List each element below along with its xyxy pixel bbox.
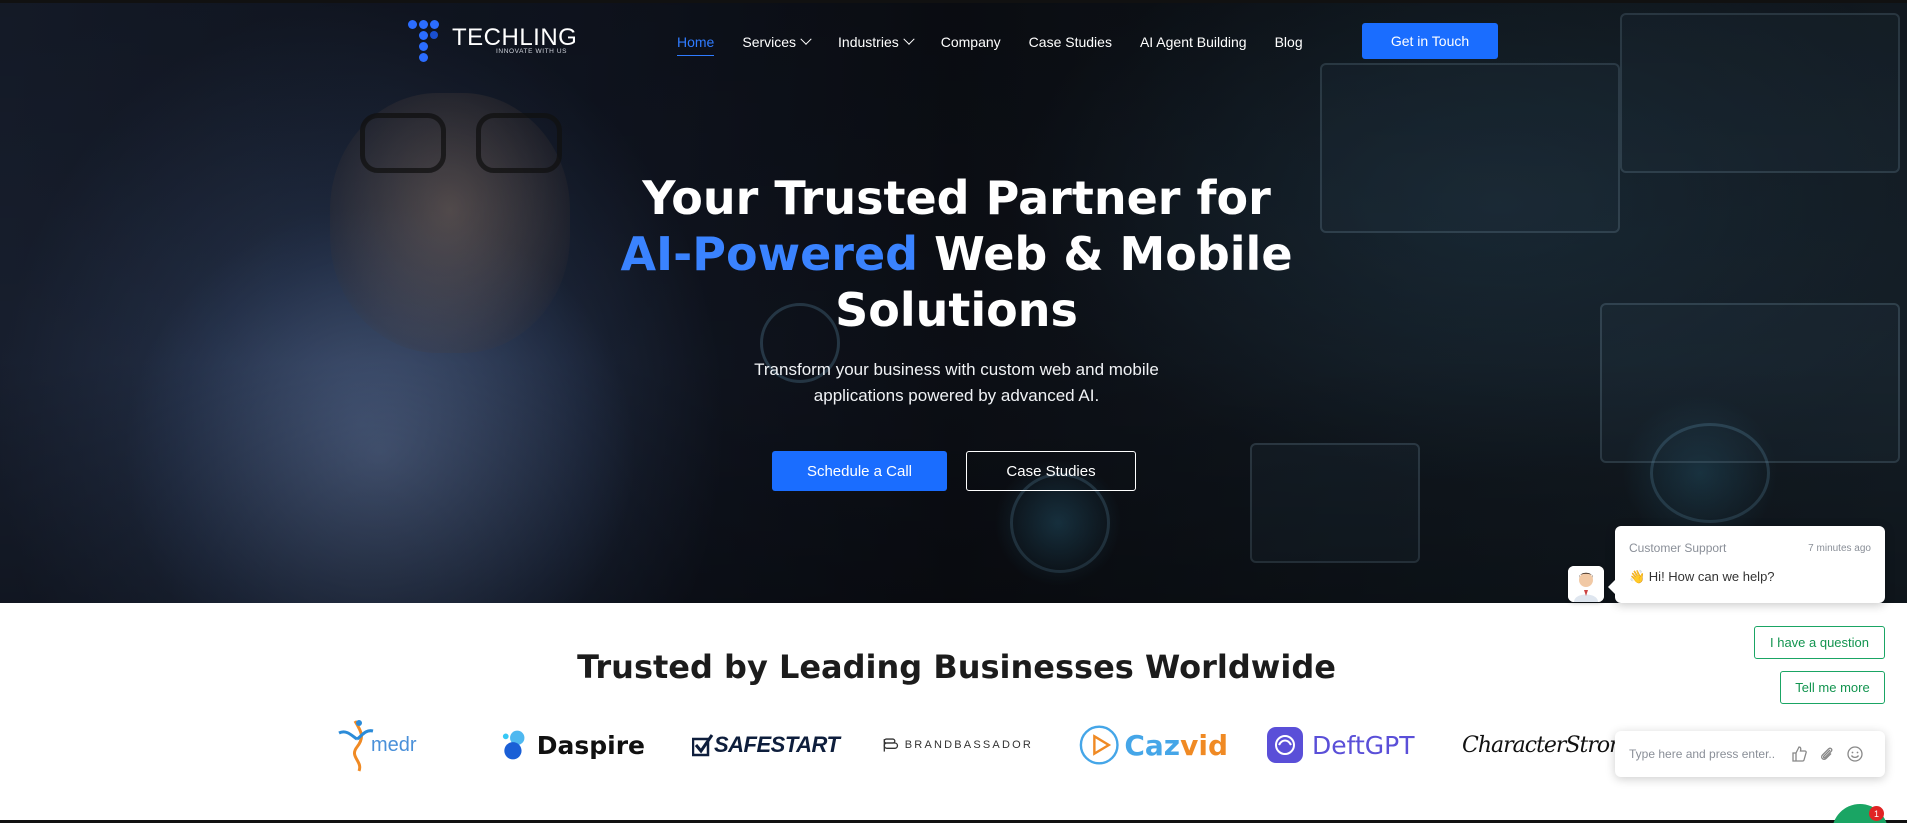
main-menu: Home Services Industries Company Case St… — [677, 31, 1331, 56]
cazvid-play-icon — [1079, 725, 1119, 765]
bg-screen-panel — [1250, 443, 1420, 563]
quick-reply-tell-more[interactable]: Tell me more — [1780, 671, 1885, 704]
hero-heading: Your Trusted Partner for AI-Powered Web … — [0, 170, 1907, 338]
nav-item-company[interactable]: Company — [941, 31, 1001, 53]
hero-heading-line1: Your Trusted Partner for — [642, 171, 1271, 225]
nav-item-blog[interactable]: Blog — [1275, 31, 1303, 53]
bg-hud-ring — [1650, 423, 1770, 523]
nav-item-ai-agent-building[interactable]: AI Agent Building — [1140, 31, 1247, 53]
thumbs-up-icon[interactable] — [1790, 745, 1808, 763]
hero-heading-accent: AI-Powered — [620, 227, 919, 281]
chat-sender: Customer Support — [1629, 541, 1727, 555]
brand-logo-characterstrong: CharacterStrong — [1462, 732, 1636, 758]
brand-logo-cazvid: Cazvid — [1078, 715, 1228, 775]
hero-subtitle: Transform your business with custom web … — [754, 360, 1159, 405]
nav-item-services[interactable]: Services — [742, 31, 812, 53]
brand-logo-brandbassador: BRANDBASSADOR — [883, 715, 1033, 775]
chat-message-card[interactable]: Customer Support 7 minutes ago 👋 Hi! How… — [1608, 526, 1885, 603]
emoji-icon[interactable] — [1846, 745, 1864, 763]
brandbassador-logo-icon — [883, 738, 899, 752]
brand-logo-deftgpt: DeftGPT — [1266, 715, 1426, 775]
agent-avatar-icon — [1568, 566, 1604, 602]
brand-logo-daspire: Daspire — [500, 715, 645, 775]
brand-logo-safestart: SAFESTART — [692, 715, 842, 775]
chevron-down-icon — [800, 33, 812, 45]
techling-logo[interactable]: TECHLING INNOVATE WITH US — [408, 20, 578, 62]
hero-heading-line3: Solutions — [835, 283, 1078, 337]
attachment-icon[interactable] — [1818, 745, 1836, 763]
nav-item-case-studies[interactable]: Case Studies — [1029, 31, 1112, 53]
schedule-call-button[interactable]: Schedule a Call — [772, 451, 947, 491]
get-in-touch-button[interactable]: Get in Touch — [1362, 23, 1498, 59]
nav-item-industries[interactable]: Industries — [838, 31, 915, 53]
deftgpt-logo-icon — [1267, 727, 1303, 763]
logo-tagline: INNOVATE WITH US — [496, 48, 568, 55]
logo-mark-icon — [408, 20, 448, 62]
case-studies-button[interactable]: Case Studies — [966, 451, 1136, 491]
nav-item-home[interactable]: Home — [677, 31, 715, 56]
hero-heading-line2: Web & Mobile — [918, 227, 1293, 281]
daspire-logo-icon — [502, 730, 525, 760]
support-agent-avatar — [1568, 566, 1604, 602]
chat-input-box — [1615, 731, 1885, 777]
person-glasses — [360, 113, 570, 173]
trusted-heading: Trusted by Leading Businesses Worldwide — [577, 648, 1336, 686]
brand-logo-medr: medr — [335, 715, 435, 775]
client-logos: medr Daspire SAFESTART BRANDBASSADOR Caz… — [330, 715, 1636, 775]
quick-reply-question[interactable]: I have a question — [1754, 626, 1885, 659]
chat-message-input[interactable] — [1629, 743, 1789, 765]
chat-timestamp: 7 minutes ago — [1808, 543, 1871, 554]
chat-greeting: 👋 Hi! How can we help? — [1629, 569, 1775, 584]
chevron-down-icon — [903, 33, 915, 45]
top-navigation: TECHLING INNOVATE WITH US Home Services … — [0, 0, 1907, 80]
unread-badge: 1 — [1869, 806, 1884, 821]
safestart-check-icon — [692, 734, 714, 757]
